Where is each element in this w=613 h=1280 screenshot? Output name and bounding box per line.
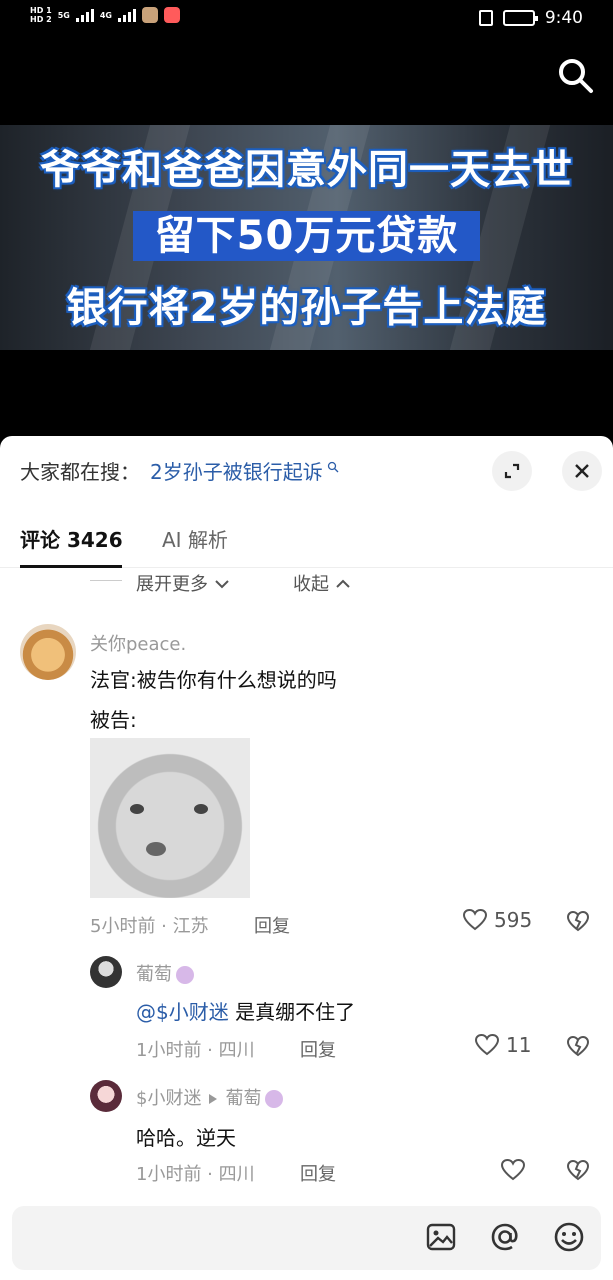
- comment-input-bar[interactable]: [12, 1206, 601, 1270]
- mention-link[interactable]: @$小财迷: [136, 1000, 229, 1024]
- chevron-up-icon: [336, 579, 350, 588]
- video-caption-1: 爷爷和爸爸因意外同一天去世: [40, 147, 573, 193]
- sim2-label: HD 2: [30, 15, 52, 24]
- reply-to-name: 葡萄: [225, 1088, 262, 1109]
- search-suggestion[interactable]: 大家都在搜： 2岁孙子被银行起诉: [20, 456, 339, 485]
- like-button[interactable]: 11: [474, 1033, 531, 1057]
- emoji-icon[interactable]: [552, 1220, 586, 1254]
- comment-text: 法官:被告你有什么想说的吗: [90, 668, 337, 692]
- comment-image[interactable]: [90, 738, 250, 898]
- like-count: 595: [494, 908, 533, 932]
- video-caption-2: 留下50万元贷款: [0, 203, 613, 261]
- reply-button[interactable]: 回复: [300, 1160, 336, 1186]
- battery-icon: [502, 10, 538, 26]
- video-caption-2-text: 留下50万元贷款: [132, 211, 481, 261]
- sim1-label: HD 1: [30, 6, 52, 15]
- tab-comments[interactable]: 评论 3426: [20, 524, 123, 568]
- thread-controls: 展开更多 收起: [0, 570, 613, 596]
- image-icon[interactable]: [424, 1220, 458, 1254]
- comment-text: 被告:: [90, 708, 137, 732]
- video-player[interactable]: 爷爷和爸爸因意外同一天去世 留下50万元贷款 银行将2岁的孙子告上法庭: [0, 125, 613, 350]
- close-icon: [575, 464, 589, 478]
- signal1-icon: [75, 8, 94, 22]
- comment-sheet: 大家都在搜： 2岁孙子被银行起诉 评论 3426 AI 解析 展开更多 收起 关…: [0, 436, 613, 1280]
- comment-meta: 5小时前 · 江苏: [90, 916, 209, 937]
- chevron-down-icon: [215, 580, 229, 589]
- comment-text: 哈哈。逆天: [136, 1126, 236, 1150]
- avatar[interactable]: [90, 956, 122, 988]
- dislike-icon[interactable]: [566, 1159, 590, 1181]
- vibrate-icon: [478, 10, 493, 26]
- avatar[interactable]: [90, 1080, 122, 1112]
- close-button[interactable]: [562, 451, 602, 491]
- collapse-button[interactable]: 收起: [293, 570, 351, 596]
- author-name: 葡萄: [136, 964, 172, 985]
- video-caption-3: 银行将2岁的孙子告上法庭: [66, 285, 547, 331]
- expand-more-label: 展开更多: [136, 574, 208, 595]
- grape-icon: [176, 966, 194, 984]
- clock: 9:40: [544, 8, 583, 28]
- expand-icon: [504, 463, 520, 479]
- network2-label: 4G: [99, 10, 112, 20]
- status-bar: HD 1 HD 2 5G 4G 9:40: [0, 0, 613, 40]
- suggest-label: 大家都在搜：: [20, 460, 140, 484]
- comment-tabs: 评论 3426 AI 解析: [0, 516, 613, 568]
- expand-button[interactable]: [492, 451, 532, 491]
- expand-more-button[interactable]: 展开更多: [136, 570, 230, 596]
- author-name: $小财迷: [136, 1088, 202, 1109]
- like-button[interactable]: 595: [462, 908, 532, 932]
- network1-label: 5G: [57, 10, 70, 20]
- comment-meta: 1小时前 · 四川: [136, 1164, 255, 1185]
- reply-button[interactable]: 回复: [300, 1036, 336, 1062]
- comment-author[interactable]: 葡萄: [136, 960, 194, 986]
- signal2-icon: [117, 8, 136, 22]
- app-notification-icon: [163, 7, 180, 23]
- at-icon[interactable]: [488, 1220, 522, 1254]
- comment-author[interactable]: $小财迷 葡萄: [136, 1084, 284, 1110]
- search-icon[interactable]: [555, 55, 595, 95]
- like-count: 11: [506, 1033, 532, 1057]
- comment-author[interactable]: 关你peace.: [90, 630, 186, 656]
- sim-indicator: HD 1 HD 2: [30, 6, 52, 24]
- grape-icon: [265, 1090, 284, 1108]
- heart-icon: [474, 1033, 500, 1056]
- heart-icon[interactable]: [500, 1158, 526, 1182]
- suggest-query[interactable]: 2岁孙子被银行起诉: [150, 456, 323, 485]
- comment-meta: 1小时前 · 四川: [136, 1040, 255, 1061]
- avatar[interactable]: [20, 624, 76, 680]
- collapse-label: 收起: [293, 574, 329, 595]
- search-icon: [327, 461, 339, 472]
- comment-text: @$小财迷 是真绷不住了: [136, 996, 355, 1025]
- reply-button[interactable]: 回复: [254, 912, 290, 938]
- app-notification-icon: [141, 7, 158, 23]
- dislike-icon[interactable]: [566, 910, 590, 932]
- heart-icon: [462, 908, 488, 931]
- divider: [90, 580, 122, 581]
- comment-body: 是真绷不住了: [228, 1000, 356, 1024]
- reply-arrow-icon: [209, 1094, 218, 1104]
- tab-ai-analysis[interactable]: AI 解析: [162, 524, 228, 553]
- dislike-icon[interactable]: [566, 1035, 590, 1057]
